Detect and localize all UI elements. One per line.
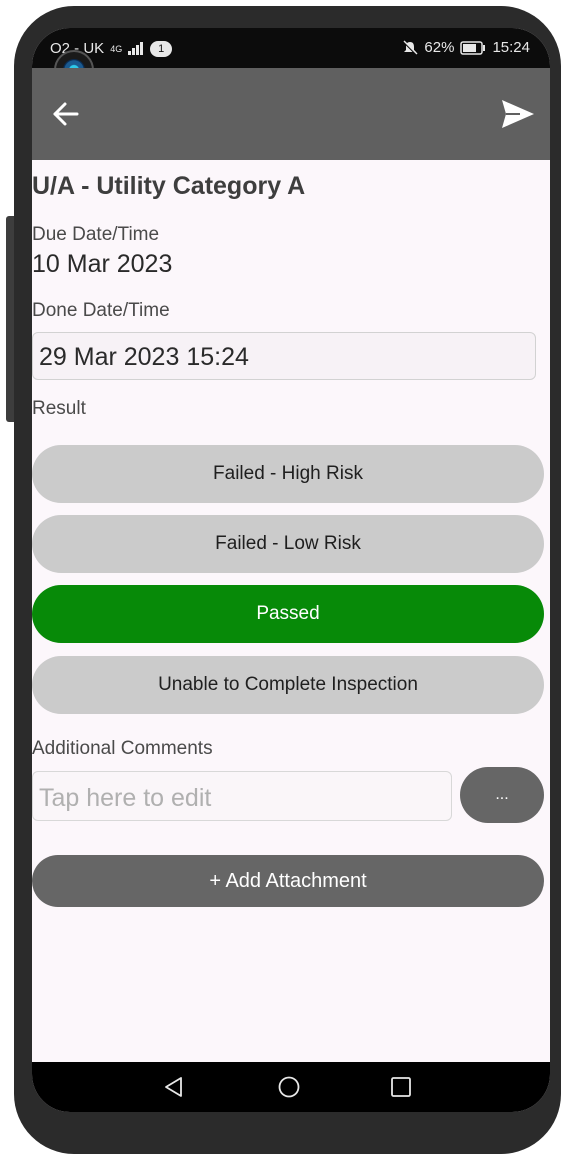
done-date-field[interactable]: 29 Mar 2023 15:24 [32, 332, 536, 380]
clock: 15:24 [492, 39, 530, 56]
mute-bell-icon [403, 40, 418, 55]
app-toolbar [32, 68, 550, 160]
status-right: 62% 15:24 [402, 39, 530, 56]
arrow-left-icon[interactable] [50, 98, 82, 130]
result-failed-high-risk-button[interactable]: Failed - High Risk [32, 445, 544, 503]
battery-percent: 62% [424, 39, 455, 56]
due-date-label: Due Date/Time [32, 224, 160, 245]
due-date-value: 10 Mar 2023 [32, 250, 173, 278]
send-icon[interactable] [500, 98, 536, 130]
phone-side-button [6, 216, 14, 422]
screen: O2 - UK 4G 1 62% 15:24 U/A - Utility Cat… [32, 28, 550, 1112]
done-date-label: Done Date/Time [32, 300, 170, 321]
add-attachment-button[interactable]: + Add Attachment [32, 855, 544, 907]
nav-recents-icon[interactable] [389, 1075, 413, 1099]
status-bar: O2 - UK 4G 1 62% 15:24 [32, 28, 550, 68]
result-failed-low-risk-button[interactable]: Failed - Low Risk [32, 515, 544, 573]
result-unable-to-complete-button[interactable]: Unable to Complete Inspection [32, 656, 544, 714]
system-nav-bar [32, 1062, 550, 1112]
nav-home-icon[interactable] [277, 1075, 301, 1099]
additional-comments-label: Additional Comments [32, 738, 213, 759]
sim-badge: 1 [150, 40, 173, 57]
nav-back-icon[interactable] [162, 1075, 186, 1099]
result-passed-button[interactable]: Passed [32, 585, 544, 643]
signal-icon [128, 42, 144, 55]
comments-more-button[interactable]: ... [460, 767, 544, 823]
network-type: 4G [110, 43, 123, 54]
battery-icon [460, 40, 486, 55]
result-label: Result [32, 398, 86, 419]
page-title: U/A - Utility Category A [32, 172, 306, 200]
comments-input[interactable]: Tap here to edit [32, 771, 452, 821]
